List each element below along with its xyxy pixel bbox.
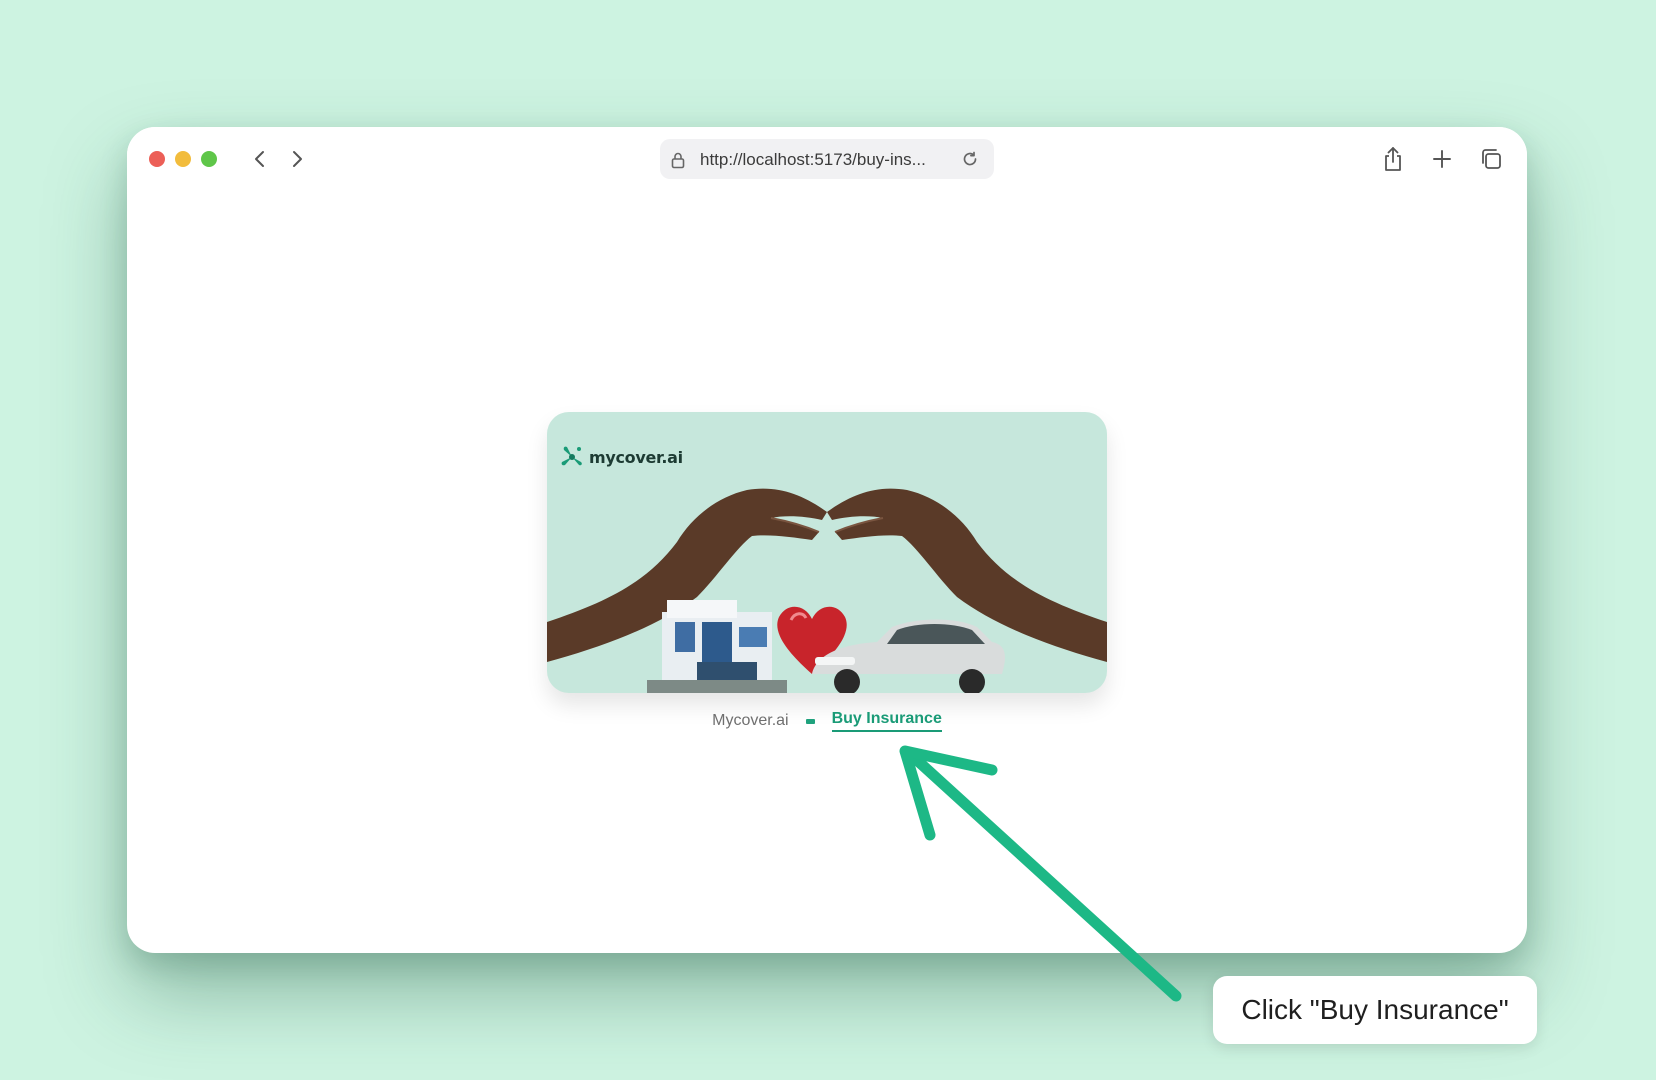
browser-toolbar: http://localhost:5173/buy-ins... bbox=[127, 127, 1527, 193]
back-icon[interactable] bbox=[247, 146, 273, 172]
browser-window: http://localhost:5173/buy-ins... mycover… bbox=[127, 127, 1527, 953]
house-image bbox=[647, 600, 787, 693]
tabs-overview-icon[interactable] bbox=[1477, 145, 1505, 173]
breadcrumb: Mycover.ai Buy Insurance bbox=[127, 710, 1527, 732]
url-text[interactable]: http://localhost:5173/buy-ins... bbox=[700, 150, 926, 170]
buy-insurance-link[interactable]: Buy Insurance bbox=[831, 710, 942, 732]
instruction-callout: Click "Buy Insurance" bbox=[1213, 976, 1537, 1044]
minimize-icon[interactable] bbox=[175, 151, 191, 167]
maximize-icon[interactable] bbox=[201, 151, 217, 167]
reload-icon[interactable] bbox=[961, 150, 979, 168]
forward-icon[interactable] bbox=[284, 146, 310, 172]
insurance-banner: mycover.ai bbox=[547, 412, 1107, 693]
close-icon[interactable] bbox=[149, 151, 165, 167]
mycover-logo-icon bbox=[561, 446, 582, 466]
share-icon[interactable] bbox=[1379, 145, 1407, 173]
address-bar[interactable]: http://localhost:5173/buy-ins... bbox=[660, 139, 994, 179]
breadcrumb-separator bbox=[805, 718, 815, 724]
logo-text: mycover.ai bbox=[589, 447, 683, 467]
new-tab-icon[interactable] bbox=[1428, 145, 1456, 173]
lock-icon bbox=[670, 151, 686, 169]
mycover-logo: mycover.ai bbox=[559, 444, 683, 470]
breadcrumb-home-link[interactable]: Mycover.ai bbox=[712, 712, 788, 730]
